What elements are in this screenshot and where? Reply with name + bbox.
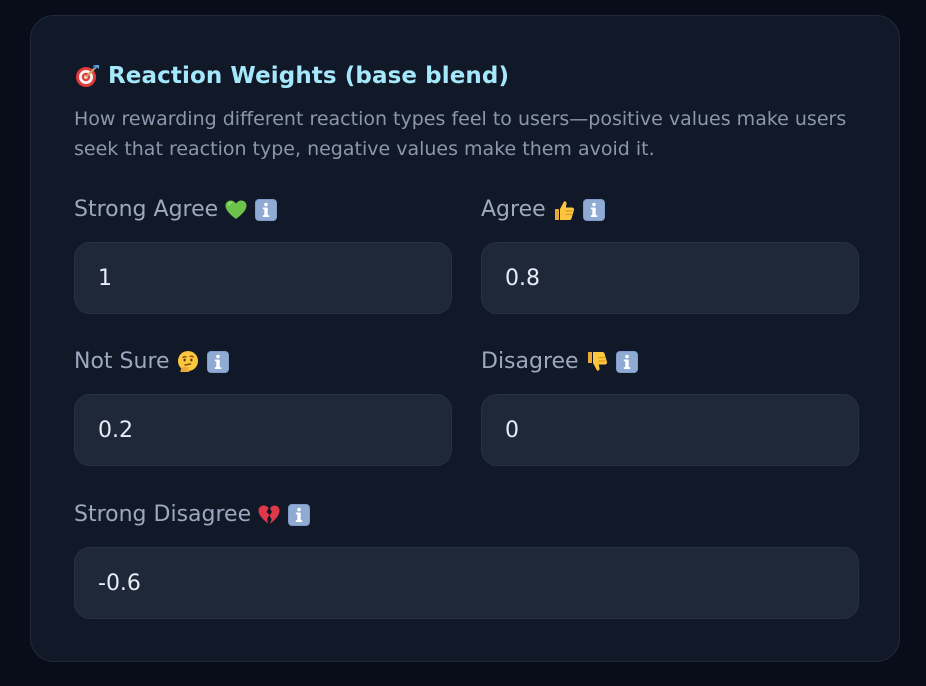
not-sure-label-row: Not Sure bbox=[74, 349, 230, 374]
agree-input[interactable] bbox=[481, 242, 859, 314]
strong-agree-label: Strong Agree bbox=[74, 197, 219, 222]
disagree-label: Disagree bbox=[481, 349, 579, 374]
strong-disagree-label-row: Strong Disagree bbox=[74, 502, 311, 527]
info-icon[interactable] bbox=[582, 198, 606, 222]
strong-disagree-input[interactable] bbox=[74, 547, 859, 619]
strong-disagree-label: Strong Disagree bbox=[74, 502, 252, 527]
disagree-input[interactable] bbox=[481, 394, 859, 466]
green-heart-icon bbox=[225, 200, 247, 219]
broken-heart-icon bbox=[258, 505, 280, 524]
agree-label-row: Agree bbox=[481, 197, 606, 222]
agree-label: Agree bbox=[481, 197, 546, 222]
reaction-weights-card: Reaction Weights (base blend) How reward… bbox=[30, 15, 900, 662]
info-icon[interactable] bbox=[254, 198, 278, 222]
info-icon[interactable] bbox=[287, 503, 311, 527]
target-icon bbox=[76, 65, 99, 87]
section-title: Reaction Weights (base blend) bbox=[108, 63, 510, 89]
section-header: Reaction Weights (base blend) bbox=[74, 63, 509, 89]
section-description: How rewarding different reaction types f… bbox=[74, 108, 847, 160]
thumbs-down-icon bbox=[587, 351, 607, 371]
strong-agree-input[interactable] bbox=[74, 242, 452, 314]
disagree-label-row: Disagree bbox=[481, 349, 639, 374]
thinking-face-icon bbox=[177, 350, 198, 372]
info-icon[interactable] bbox=[206, 350, 230, 374]
thumbs-up-icon bbox=[554, 200, 574, 220]
not-sure-label: Not Sure bbox=[74, 349, 170, 374]
strong-agree-label-row: Strong Agree bbox=[74, 197, 278, 222]
not-sure-input[interactable] bbox=[74, 394, 452, 466]
info-icon[interactable] bbox=[615, 350, 639, 374]
